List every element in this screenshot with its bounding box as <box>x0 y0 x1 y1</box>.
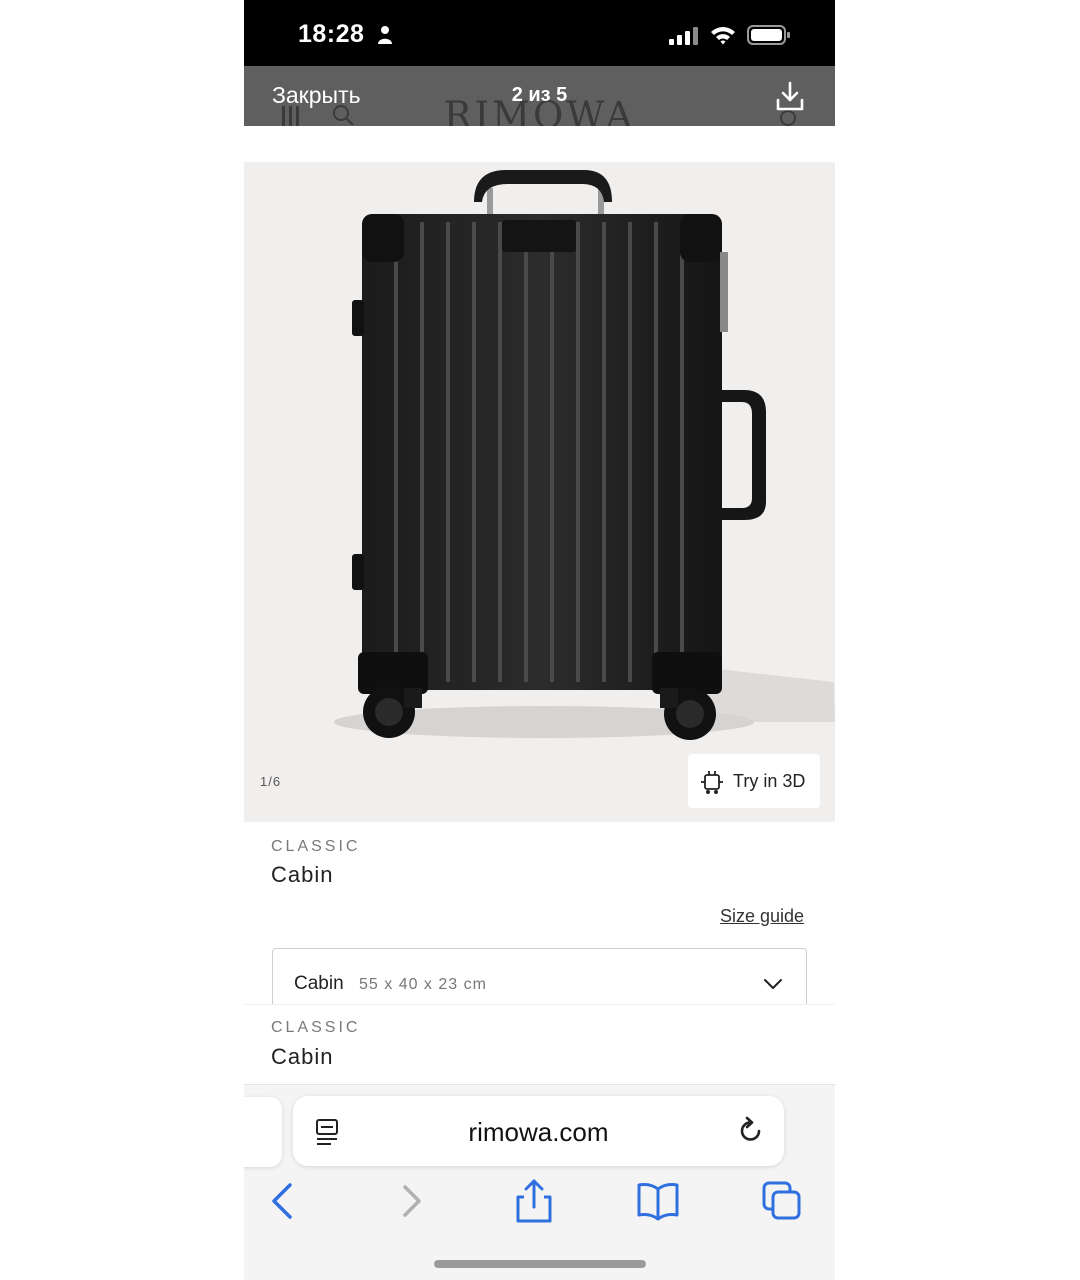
sticky-product-title: Cabin <box>271 1044 334 1069</box>
share-icon[interactable] <box>512 1179 556 1223</box>
back-icon[interactable] <box>262 1179 306 1223</box>
product-title: Cabin <box>271 862 334 887</box>
cube-3d-icon <box>701 771 723 794</box>
collection-name: CLASSIC <box>271 838 361 855</box>
browser-toolbar: rimowa.com <box>244 1084 835 1280</box>
try-in-3d-button[interactable]: Try in 3D <box>688 754 820 808</box>
size-select-dimensions: 55 x 40 x 23 cm <box>359 976 487 993</box>
address-text: rimowa.com <box>468 1117 609 1147</box>
download-icon[interactable] <box>775 80 805 112</box>
sticky-product-header: CLASSIC Cabin <box>244 1004 835 1085</box>
home-indicator[interactable] <box>434 1260 646 1268</box>
wifi-icon <box>711 27 735 45</box>
account-icon <box>780 110 796 126</box>
address-bar[interactable]: rimowa.com <box>293 1096 784 1166</box>
product-image-gallery[interactable]: 1/6 Try in 3D <box>244 162 835 822</box>
person-icon <box>378 26 392 44</box>
chevron-down-icon <box>764 979 782 989</box>
try-in-3d-label: Try in 3D <box>733 771 806 791</box>
status-bar: 18:28 <box>244 0 835 66</box>
bookmarks-icon[interactable] <box>636 1179 680 1223</box>
sticky-collection-name: CLASSIC <box>271 1019 361 1036</box>
battery-icon <box>747 25 790 45</box>
status-time: 18:28 <box>298 20 365 48</box>
reload-icon[interactable] <box>736 1116 766 1146</box>
page-gap <box>244 126 835 162</box>
phone-screen: 18:28 RIMOWA Закрыть 2 из 5 1/6 Try in 3… <box>244 0 835 1280</box>
size-guide-link[interactable]: Size guide <box>720 906 804 927</box>
signal-icon <box>669 27 698 45</box>
size-select-value: Cabin <box>294 973 344 994</box>
image-position: 1/6 <box>260 774 282 789</box>
image-index: 2 из 5 <box>511 84 568 106</box>
tabs-icon[interactable] <box>760 1179 804 1223</box>
suitcase-image <box>334 170 835 740</box>
viewer-top-bar: RIMOWA Закрыть 2 из 5 <box>244 66 835 126</box>
forward-icon[interactable] <box>389 1179 433 1223</box>
previous-tab-card[interactable] <box>244 1097 282 1167</box>
